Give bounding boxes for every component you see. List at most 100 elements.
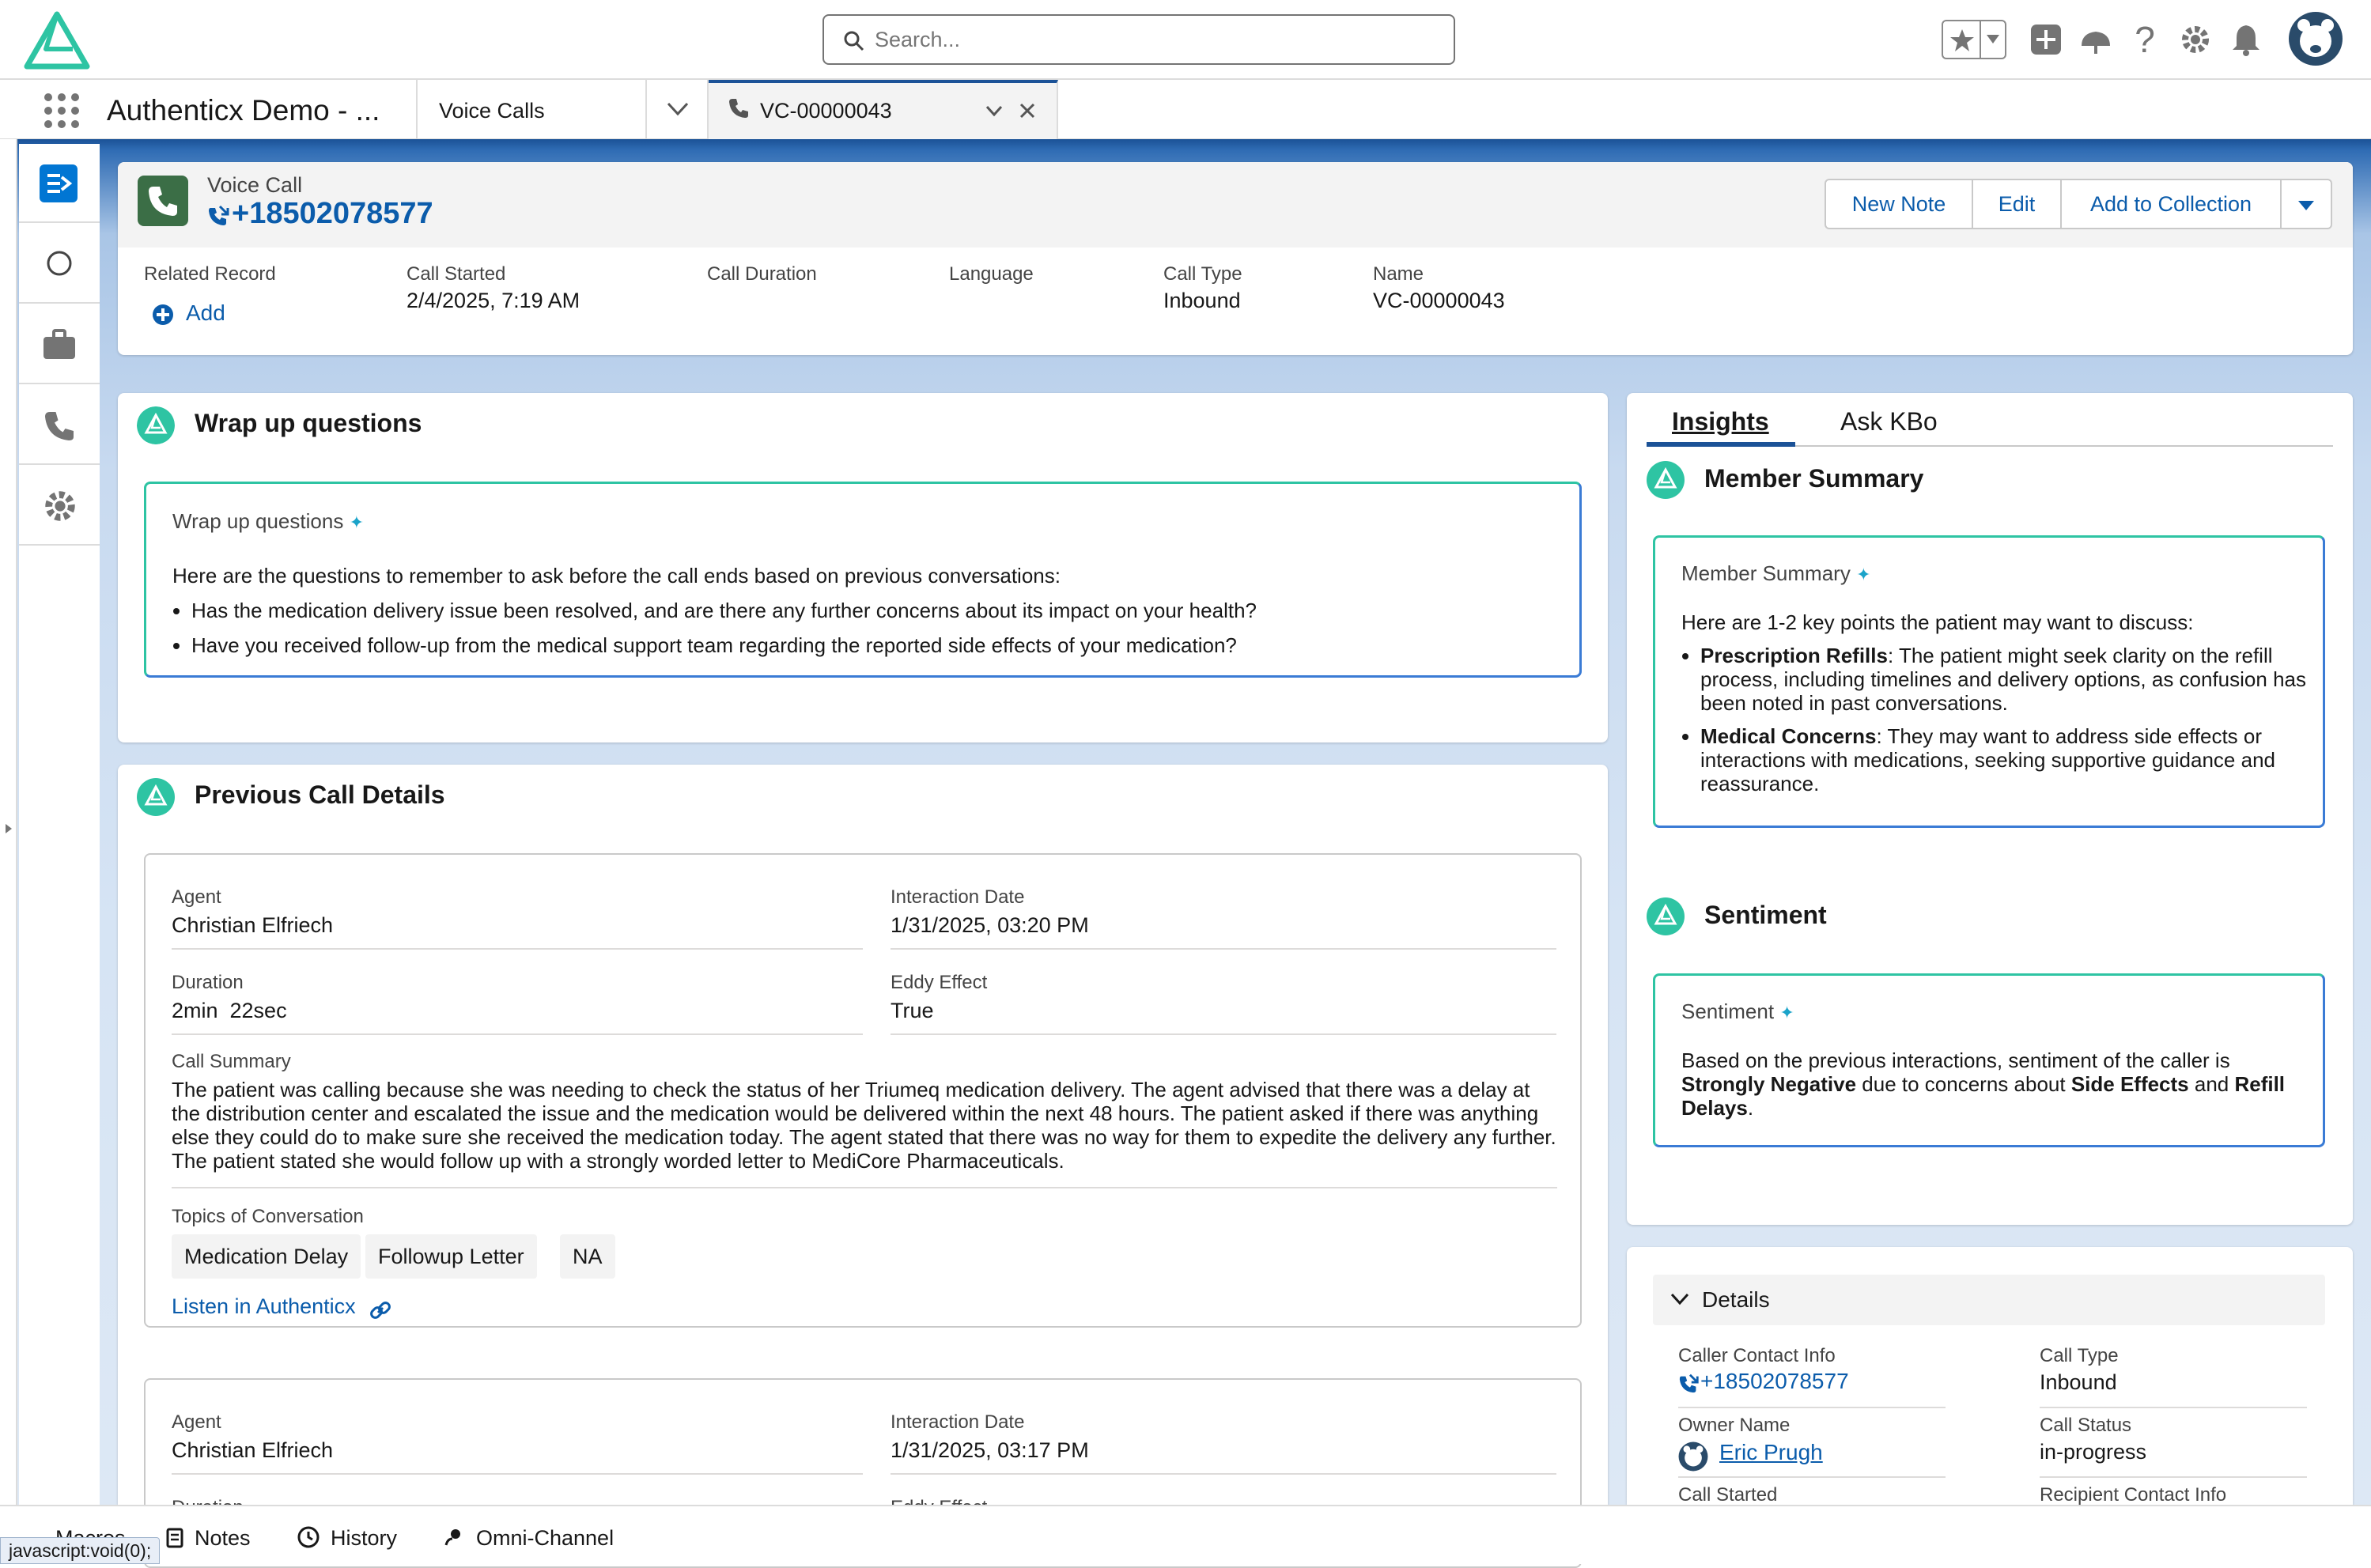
previous-calls-title: Previous Call Details <box>195 780 445 809</box>
sentiment-box: Sentiment ✦ Based on the previous intera… <box>1653 973 2325 1147</box>
member-summary-point: Medical Concerns: They may want to addre… <box>1700 724 2306 795</box>
call-summary-label: Call Summary <box>172 1051 291 1072</box>
sidebar-item-settings[interactable] <box>19 465 100 546</box>
authenticx-ai-icon <box>1647 897 1685 935</box>
insights-card: Insights Ask KBo Member Summary Member S… <box>1627 393 2353 1225</box>
wrap-up-intro: Here are the questions to remember to as… <box>172 564 1061 588</box>
tab-label: VC-00000043 <box>760 99 892 123</box>
name-label: Name <box>1373 263 1424 285</box>
bell-icon[interactable] <box>2230 22 2262 57</box>
interaction-date-label: Interaction Date <box>891 1411 1025 1433</box>
agent-label: Agent <box>172 886 221 908</box>
gear-icon[interactable] <box>2180 24 2211 55</box>
topic-pill: Medication Delay <box>172 1234 361 1279</box>
call-status-value: in-progress <box>2040 1440 2147 1464</box>
authenticx-logo[interactable] <box>24 11 90 70</box>
topics-label: Topics of Conversation <box>172 1206 364 1227</box>
user-avatar[interactable] <box>2288 11 2343 66</box>
sidebar-item-omni[interactable] <box>19 144 100 223</box>
phone-icon <box>729 99 748 118</box>
add-to-collection-button[interactable]: Add to Collection <box>2060 179 2282 229</box>
sentiment-text: Based on the previous interactions, sent… <box>1681 1048 2286 1120</box>
sparkle-icon: ✦ <box>1856 565 1871 584</box>
more-actions-button[interactable] <box>2280 179 2332 229</box>
tab-voice-calls[interactable]: Voice Calls <box>416 80 647 139</box>
help-icon[interactable]: ? <box>2129 17 2161 62</box>
star-icon <box>1950 29 1974 51</box>
search-input[interactable] <box>873 24 1427 55</box>
agent-value: Christian Elfriech <box>172 913 334 937</box>
authenticx-ai-icon <box>1647 461 1685 499</box>
details-section-header[interactable]: Details <box>1653 1275 2325 1325</box>
listen-in-authenticx-link[interactable]: Listen in Authenticx <box>172 1294 392 1321</box>
phone-icon <box>45 412 74 440</box>
interaction-date-value: 1/31/2025, 03:17 PM <box>891 1438 1089 1462</box>
chevron-down-icon <box>1987 35 1999 43</box>
global-header: ? <box>0 0 2371 80</box>
utility-sidebar <box>19 144 100 1505</box>
omni-channel-icon <box>444 1529 460 1546</box>
briefcase-icon <box>43 329 75 359</box>
call-started-label: Call Started <box>407 263 506 285</box>
wrap-up-question: Has the medication delivery issue been r… <box>191 593 1564 628</box>
add-circle-icon <box>153 304 173 325</box>
listen-link-label: Listen in Authenticx <box>172 1294 356 1318</box>
user-avatar <box>1678 1441 1708 1472</box>
call-summary-value: The patient was calling because she was … <box>172 1078 1556 1173</box>
member-summary-box: Member Summary ✦ Here are 1-2 key points… <box>1653 535 2325 828</box>
previous-calls-card: Previous Call Details Agent Christian El… <box>118 765 1608 1568</box>
tab-menu-button[interactable] <box>647 80 709 139</box>
sidebar-item-cases[interactable] <box>19 304 100 384</box>
chevron-down-icon[interactable] <box>985 105 1003 116</box>
details-title: Details <box>1702 1287 1770 1312</box>
sentiment-title: Sentiment <box>1704 901 1827 929</box>
favorites-button[interactable] <box>1942 20 2006 59</box>
call-status-label: Call Status <box>2040 1415 2132 1436</box>
tab-vc-00000043[interactable]: VC-00000043 <box>709 80 1058 139</box>
utility-omni-channel[interactable]: Omni-Channel <box>443 1526 614 1551</box>
app-name: Authenticx Demo - ... <box>107 94 380 127</box>
tab-label: Voice Calls <box>439 99 545 123</box>
utility-history[interactable]: History <box>297 1526 397 1551</box>
sparkle-icon: ✦ <box>1779 1003 1794 1022</box>
status-bar-url: javascript:void(0); <box>0 1537 161 1564</box>
notes-icon <box>166 1528 183 1548</box>
new-note-button[interactable]: New Note <box>1825 179 1973 229</box>
wrap-up-text: Here are the questions to remember to as… <box>172 558 1564 663</box>
member-summary-box-title: Member Summary ✦ <box>1681 561 1871 585</box>
global-search[interactable] <box>822 14 1455 65</box>
member-summary-title: Member Summary <box>1704 464 1924 493</box>
sidebar-item-phone[interactable] <box>19 384 100 465</box>
sidebar-collapse-handle[interactable] <box>0 139 17 1505</box>
workspace-tab-bar: Authenticx Demo - ... Voice Calls VC-000… <box>0 80 2371 139</box>
close-icon[interactable] <box>1019 102 1036 119</box>
caller-contact-label: Caller Contact Info <box>1678 1345 1836 1366</box>
tab-insights[interactable]: Insights <box>1672 407 1769 436</box>
language-label: Language <box>949 263 1034 285</box>
add-link-label: Add <box>186 300 225 325</box>
details-call-type-label: Call Type <box>2040 1345 2119 1366</box>
add-icon[interactable] <box>2030 24 2062 55</box>
sidebar-item-status[interactable] <box>19 223 100 304</box>
sparkle-icon: ✦ <box>349 512 364 532</box>
details-call-started-label: Call Started <box>1678 1484 1778 1506</box>
utility-notes[interactable]: Notes <box>166 1526 251 1551</box>
related-record-label: Related Record <box>144 263 276 285</box>
member-summary-point: Prescription Refills: The patient might … <box>1700 644 2306 715</box>
tab-ask-kbo[interactable]: Ask KBo <box>1840 407 1938 436</box>
chevron-down-icon <box>1670 1293 1689 1305</box>
call-duration-label: Call Duration <box>707 263 817 285</box>
call-started-value: 2/4/2025, 7:19 AM <box>407 289 580 312</box>
interaction-date-value: 1/31/2025, 03:20 PM <box>891 913 1089 937</box>
app-launcher-icon[interactable] <box>43 93 80 129</box>
chevron-right-icon <box>6 824 12 833</box>
split-view-icon <box>40 164 78 202</box>
trailhead-icon[interactable] <box>2078 24 2113 55</box>
interaction-date-label: Interaction Date <box>891 886 1025 908</box>
gear-icon <box>45 491 75 521</box>
wrap-up-question: Have you received follow-up from the med… <box>191 628 1564 663</box>
record-title: +18502078577 <box>232 197 433 230</box>
details-card: Details Caller Contact Info +18502078577… <box>1627 1247 2353 1506</box>
record-object-label: Voice Call <box>207 173 303 197</box>
edit-button[interactable]: Edit <box>1972 179 2062 229</box>
